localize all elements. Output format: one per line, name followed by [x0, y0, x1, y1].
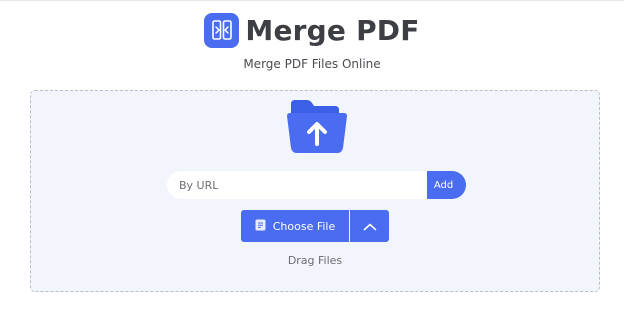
url-input-group: Add — [167, 171, 467, 199]
drag-files-label: Drag Files — [287, 254, 343, 267]
file-dropzone[interactable]: Add Choose File Drag Fil — [30, 90, 600, 292]
chevron-up-icon — [363, 219, 377, 234]
choose-file-group: Choose File — [241, 210, 389, 242]
merge-document-icon — [204, 12, 240, 48]
folder-upload-icon — [285, 98, 349, 156]
top-divider — [0, 0, 624, 1]
page-title: Merge PDF — [245, 13, 420, 47]
page-subtitle: Merge PDF Files Online — [243, 57, 381, 71]
file-icon — [255, 219, 266, 234]
url-input[interactable] — [167, 171, 427, 199]
merge-pdf-page: Merge PDF Merge PDF Files Online Add — [0, 0, 624, 312]
app-header: Merge PDF — [0, 10, 624, 50]
choose-file-label: Choose File — [272, 219, 336, 233]
add-url-button[interactable]: Add — [427, 171, 466, 199]
upload-source-menu-button[interactable] — [350, 210, 389, 242]
choose-file-button[interactable]: Choose File — [241, 210, 349, 242]
